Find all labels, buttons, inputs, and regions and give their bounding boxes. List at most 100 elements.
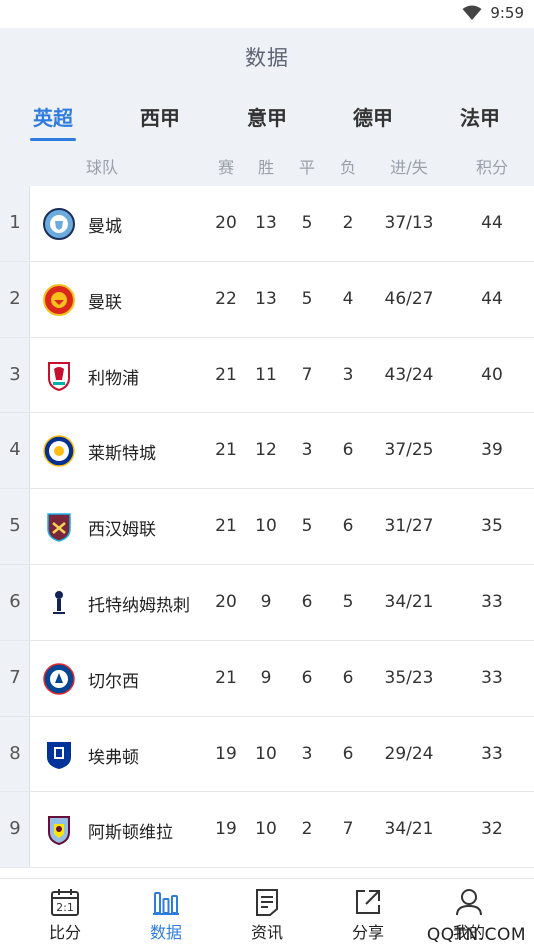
leicester-city-crest-icon bbox=[43, 435, 75, 468]
won: 10 bbox=[255, 743, 277, 764]
rank: 2 bbox=[9, 287, 21, 309]
manchester-city-crest-icon bbox=[43, 208, 75, 240]
team-name: 埃弗顿 bbox=[88, 747, 139, 768]
played: 21 bbox=[215, 516, 237, 537]
column-drawn: 平 bbox=[298, 158, 315, 177]
table-row[interactable]: 8 埃弗顿 19 10 3 6 29/24 33 bbox=[0, 716, 534, 793]
nav-share[interactable]: 分享 bbox=[323, 887, 413, 943]
tab-ligue-1[interactable]: 法甲 bbox=[440, 102, 520, 131]
bar-chart-icon bbox=[153, 892, 179, 915]
played: 21 bbox=[215, 440, 237, 461]
table-column-header: 球队 赛 胜 平 负 进/失 积分 bbox=[0, 144, 534, 186]
active-tab-indicator bbox=[30, 138, 76, 141]
calendar-score-icon: 2:1 bbox=[51, 889, 79, 916]
played: 19 bbox=[215, 819, 237, 840]
team-name: 切尔西 bbox=[88, 671, 139, 692]
rank: 5 bbox=[9, 515, 21, 537]
won: 9 bbox=[260, 667, 272, 688]
goals: 37/13 bbox=[384, 213, 434, 233]
points: 40 bbox=[481, 364, 503, 385]
won: 13 bbox=[255, 213, 277, 233]
share-icon bbox=[356, 890, 380, 914]
manchester-united-crest-icon bbox=[43, 283, 75, 316]
lost: 5 bbox=[342, 591, 354, 612]
tab-serie-a[interactable]: 意甲 bbox=[227, 102, 307, 131]
won: 11 bbox=[255, 364, 277, 385]
drawn: 3 bbox=[301, 743, 313, 764]
rank: 4 bbox=[9, 439, 21, 461]
tab-la-liga[interactable]: 西甲 bbox=[120, 102, 200, 131]
lost: 6 bbox=[342, 440, 354, 461]
table-row[interactable]: 2 曼联 22 13 5 4 46/27 44 bbox=[0, 261, 534, 338]
column-lost: 负 bbox=[339, 158, 356, 177]
points: 35 bbox=[481, 516, 503, 537]
page-title: 数据 bbox=[245, 46, 289, 70]
lost: 3 bbox=[342, 364, 354, 385]
league-tabs: 英超 西甲 意甲 德甲 法甲 bbox=[0, 86, 534, 144]
goals: 34/21 bbox=[384, 819, 434, 840]
team-name: 莱斯特城 bbox=[88, 444, 156, 465]
west-ham-crest-icon bbox=[47, 513, 71, 542]
goals: 29/24 bbox=[384, 743, 434, 764]
lost: 7 bbox=[342, 819, 354, 840]
points: 33 bbox=[481, 743, 503, 764]
nav-label: 比分 bbox=[48, 923, 81, 942]
page-header: 数据 bbox=[0, 28, 534, 86]
points: 44 bbox=[481, 288, 503, 309]
team-name: 曼联 bbox=[88, 292, 122, 313]
column-won: 胜 bbox=[257, 158, 274, 177]
chelsea-crest-icon bbox=[43, 663, 75, 695]
drawn: 7 bbox=[301, 364, 313, 385]
column-team: 球队 bbox=[85, 158, 118, 177]
drawn: 5 bbox=[301, 288, 313, 309]
everton-crest-icon bbox=[47, 741, 71, 769]
won: 10 bbox=[255, 516, 277, 537]
goals: 43/24 bbox=[384, 364, 434, 385]
table-row[interactable]: 1 曼城 20 13 5 2 37/13 44 bbox=[0, 186, 534, 262]
drawn: 5 bbox=[301, 516, 313, 537]
lost: 6 bbox=[342, 743, 354, 764]
table-row[interactable]: 4 莱斯特城 21 12 3 6 37/25 39 bbox=[0, 413, 534, 490]
table-row[interactable]: 6 托特纳姆热刺 20 9 6 5 34/21 33 bbox=[0, 564, 534, 641]
status-bar: 9:59 bbox=[0, 0, 534, 28]
nav-data[interactable]: 数据 bbox=[121, 887, 211, 943]
points: 39 bbox=[481, 440, 503, 461]
lost: 2 bbox=[342, 213, 354, 233]
nav-news[interactable]: 资讯 bbox=[222, 887, 312, 943]
table-row[interactable]: 9 阿斯顿维拉 19 10 2 7 34/21 32 bbox=[0, 792, 534, 869]
wifi-icon bbox=[462, 5, 482, 20]
drawn: 6 bbox=[301, 667, 313, 688]
calendar-icon-text: 2:1 bbox=[56, 901, 74, 914]
tab-premier-league[interactable]: 英超 bbox=[13, 102, 93, 131]
nav-score[interactable]: 2:1 比分 bbox=[20, 887, 110, 943]
points: 32 bbox=[481, 819, 503, 840]
rank: 9 bbox=[9, 818, 21, 840]
table-row[interactable]: 5 西汉姆联 21 10 5 6 31/27 35 bbox=[0, 489, 534, 565]
rank: 7 bbox=[9, 666, 21, 688]
aston-villa-crest-icon bbox=[48, 816, 70, 846]
drawn: 3 bbox=[301, 440, 313, 461]
table-row[interactable]: 7 切尔西 21 9 6 6 35/23 33 bbox=[0, 640, 534, 717]
points: 33 bbox=[481, 667, 503, 688]
played: 19 bbox=[215, 743, 237, 764]
goals: 31/27 bbox=[384, 516, 434, 537]
document-icon bbox=[256, 889, 278, 916]
tab-bundesliga[interactable]: 德甲 bbox=[333, 102, 413, 131]
standings-table: 1 曼城 20 13 5 2 37/13 44 2 曼联 22 13 5 4 4… bbox=[0, 186, 534, 869]
status-time: 9:59 bbox=[490, 4, 524, 22]
team-name: 曼城 bbox=[88, 217, 122, 237]
lost: 6 bbox=[342, 516, 354, 537]
team-name: 利物浦 bbox=[88, 368, 139, 389]
goals: 37/25 bbox=[384, 440, 434, 461]
goals: 35/23 bbox=[384, 667, 434, 688]
table-row[interactable]: 3 利物浦 21 11 7 3 43/24 40 bbox=[0, 337, 534, 414]
rank: 3 bbox=[9, 363, 21, 385]
column-points: 积分 bbox=[475, 158, 508, 177]
played: 21 bbox=[215, 364, 237, 385]
goals: 34/21 bbox=[384, 591, 434, 612]
user-icon bbox=[456, 889, 482, 916]
lost: 6 bbox=[342, 667, 354, 688]
rank: 1 bbox=[9, 212, 21, 233]
column-goals: 进/失 bbox=[390, 158, 428, 177]
played: 22 bbox=[215, 288, 237, 309]
